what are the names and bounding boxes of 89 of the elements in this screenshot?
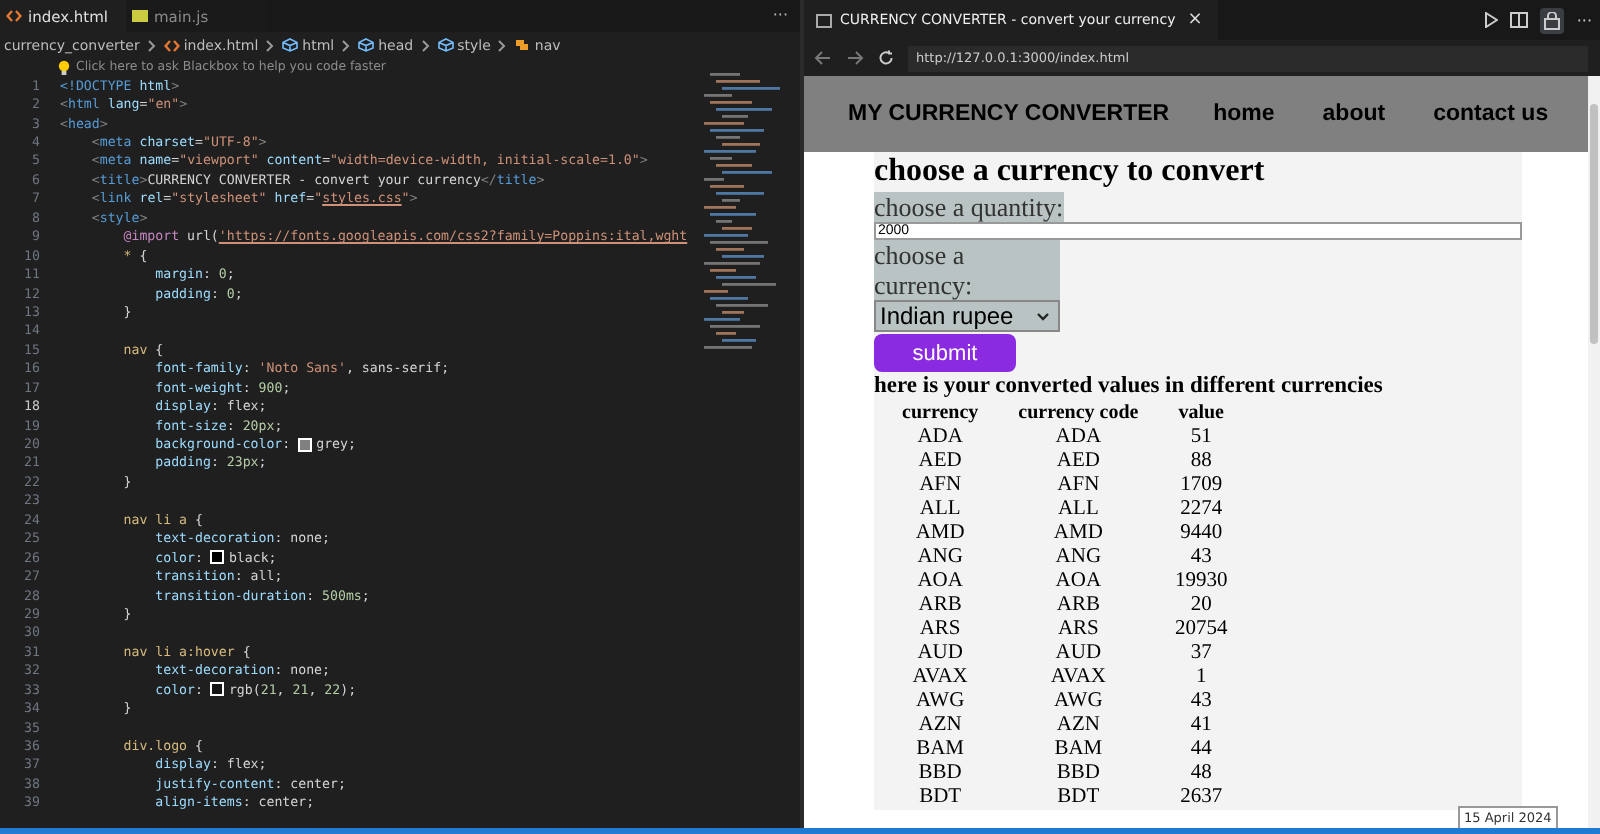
more-actions-button[interactable]: ··· [1576,11,1592,29]
table-cell-text: AWG [913,690,967,714]
close-tab-button[interactable]: × [1187,10,1203,30]
table-cell-text: AZN [916,714,964,738]
nav-link[interactable]: contact us [1433,102,1549,126]
html-file-icon [6,10,22,22]
table-cell-text: 43 [1188,690,1214,714]
cube-icon [358,38,375,52]
chevron-icon [266,39,275,51]
cube-icon [282,38,299,52]
table-cell-text: 44 [1188,738,1214,762]
site-title: MY CURRENCY CONVERTER [848,102,1170,126]
cube-icon [437,38,454,52]
scrollbar-thumb[interactable] [1590,104,1598,344]
back-icon[interactable] [814,50,832,66]
table-cell-text: 51 [1188,426,1214,450]
table-cell-text: AOA [915,570,965,594]
table-cell-text: AFN [1055,474,1102,498]
table-cell-text: 20754 [1172,618,1230,642]
page-heading: choose a currency to convert [874,152,1267,192]
table-cell-text: 1 [1193,666,1209,690]
currency-label: choose a currency: [874,240,1060,300]
forward-icon[interactable] [846,50,864,66]
html-file-icon [163,39,180,51]
table-cell-text: 43 [1188,546,1214,570]
table-cell-text: BBD [1054,762,1102,786]
table-cell-text: AUD [915,642,965,666]
submit-button[interactable]: submit [874,334,1016,372]
table-cell-text: ADA [915,426,965,450]
table-cell-text: 19930 [1172,570,1230,594]
table-cell-text: 48 [1188,762,1214,786]
table-cell-text: AED [916,450,964,474]
column-header: value [1176,402,1226,426]
table-cell-text: 41 [1188,714,1214,738]
reload-icon[interactable] [878,50,894,66]
color-swatch[interactable] [210,550,225,565]
table-cell-text: AUD [1053,642,1104,666]
chevron-icon [147,39,156,51]
chevron-icon [498,39,507,51]
table-cell-text: AMD [1051,522,1105,546]
table-cell-text: 2274 [1178,498,1225,522]
lightbulb-icon [58,59,70,75]
table-cell-text: AWG [1052,690,1105,714]
table-cell-text: AVAX [910,666,970,690]
chevron-icon [421,39,430,51]
table-cell-text: AVAX [1048,666,1108,690]
table-cell-text: 37 [1188,642,1214,666]
table-cell-text: AZN [1054,714,1102,738]
lock-icon[interactable] [1540,7,1565,33]
chevron-icon [342,39,351,51]
table-cell-text: ALL [917,498,963,522]
table-cell-text: AMD [913,522,967,546]
table-cell-text: ANG [915,546,965,570]
currency-select[interactable]: Indian rupee [874,300,1060,332]
table-cell-text: ARS [917,618,963,642]
table-cell-text: AED [1054,450,1102,474]
table-cell-text: BAM [1052,738,1105,762]
table-cell-text: AOA [1053,570,1104,594]
more-actions-button[interactable]: ··· [760,0,800,32]
nav-link[interactable]: about [1322,102,1386,126]
table-cell-text: BBD [916,762,964,786]
quantity-label: choose a quantity: [874,192,1064,222]
tag-icon [514,38,531,52]
js-file-icon [132,10,148,22]
table-cell-text: 88 [1188,450,1214,474]
color-swatch[interactable] [210,682,225,697]
color-swatch[interactable] [298,437,313,452]
table-cell-text: ADA [1053,426,1104,450]
table-cell-text: 20 [1188,594,1214,618]
table-cell-text: ANG [1053,546,1104,570]
column-header: currency code [1016,402,1141,426]
column-header: currency [900,402,981,426]
caret-icon [1036,311,1050,321]
table-cell-text: BAM [914,738,967,762]
table-cell-text: ARB [916,594,964,618]
results-heading: here is your converted values in different currencies [874,372,1385,402]
play-icon[interactable] [1484,12,1499,28]
table-cell-text: ARS [1055,618,1101,642]
table-cell-text: 2637 [1178,786,1225,810]
table-cell-text: BDT [917,786,964,810]
table-cell-text: ALL [1055,498,1101,522]
table-cell-text: 1709 [1178,474,1225,498]
split-view-icon[interactable] [1510,12,1529,28]
table-cell-text: ARB [1054,594,1102,618]
table-cell-text: AFN [917,474,964,498]
table-cell-text: BDT [1055,786,1102,810]
page-icon [816,13,832,27]
table-cell-text: 9440 [1178,522,1225,546]
nav-link[interactable]: home [1213,102,1275,126]
